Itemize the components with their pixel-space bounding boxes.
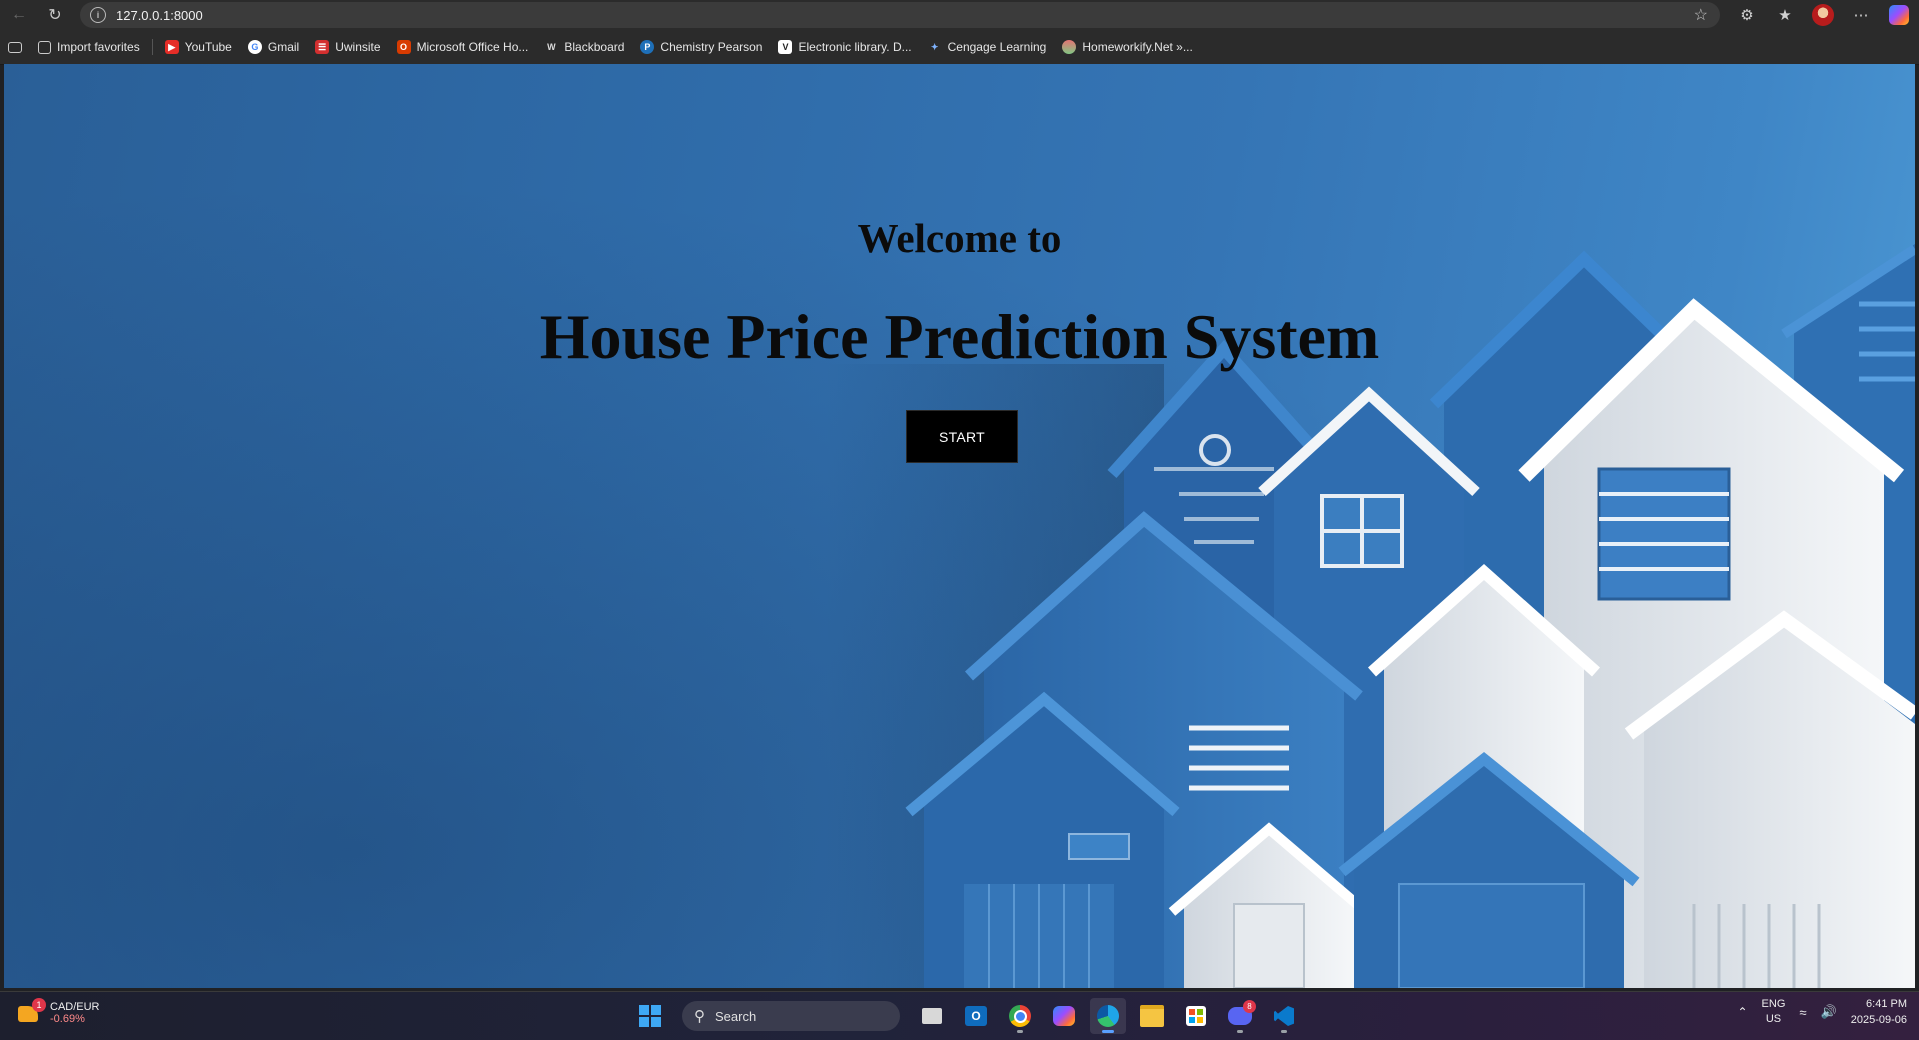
widget-title: CAD/EUR: [50, 1001, 100, 1013]
show-hidden-icons-chevron-icon[interactable]: ⌃: [1737, 1005, 1747, 1019]
bookmark-label: Cengage Learning: [947, 40, 1047, 54]
bookmark-divider: [151, 39, 153, 55]
windows-taskbar: 1 CAD/EUR -0.69% ⚲ Search O 8 ⌃ ENG US ≈…: [0, 991, 1919, 1040]
search-label: Search: [715, 1008, 757, 1024]
extensions-icon[interactable]: ⚙: [1735, 3, 1759, 27]
task-view-icon[interactable]: [914, 998, 950, 1034]
bookmark-label: Uwinsite: [335, 40, 381, 54]
start-button[interactable]: START: [906, 410, 1018, 463]
bookmark-chemistry-pearson[interactable]: P Chemistry Pearson: [632, 35, 770, 59]
volume-icon[interactable]: 🔊: [1821, 1004, 1837, 1020]
copilot-icon[interactable]: [1887, 3, 1911, 27]
chrome-icon[interactable]: [1002, 998, 1038, 1034]
pearson-icon: P: [640, 40, 655, 54]
gmail-icon: G: [247, 40, 262, 54]
start-menu-icon[interactable]: [632, 998, 668, 1034]
favorites-icon[interactable]: ★: [1773, 3, 1797, 27]
bookmark-label: Gmail: [267, 40, 300, 54]
browser-toolbar: ← ↻ i 127.0.0.1:8000 ☆ ⚙ ★ ⋯: [0, 0, 1919, 30]
more-options-icon[interactable]: ⋯: [1849, 3, 1873, 27]
url-text[interactable]: 127.0.0.1:8000: [116, 8, 203, 23]
weather-widget-icon: 1: [16, 998, 46, 1026]
back-arrow-icon[interactable]: ←: [6, 2, 32, 28]
file-explorer-icon[interactable]: [1134, 998, 1170, 1034]
bookmark-label: Import favorites: [57, 40, 140, 54]
bookmark-label: Electronic library. D...: [798, 40, 912, 54]
bookmark-cengage[interactable]: ✦ Cengage Learning: [920, 35, 1055, 59]
clock-date: 2025-09-06: [1850, 1014, 1907, 1026]
widget-badge: 1: [32, 998, 46, 1012]
homeworkify-icon: [1062, 40, 1077, 54]
cengage-icon: ✦: [930, 41, 939, 52]
houses-illustration: [824, 244, 1915, 988]
clock-time: 6:41 PM: [1866, 998, 1907, 1010]
page-viewport: Welcome to House Price Prediction System…: [4, 64, 1915, 988]
bookmark-label: Microsoft Office Ho...: [416, 40, 529, 54]
uwinsite-icon: ☰: [315, 40, 330, 54]
bookmark-electronic-library[interactable]: V Electronic library. D...: [770, 35, 919, 59]
bookmark-label: Chemistry Pearson: [660, 40, 763, 54]
electronic-library-icon: V: [778, 40, 793, 54]
discord-badge: 8: [1243, 1000, 1256, 1013]
refresh-icon[interactable]: ↻: [42, 2, 68, 28]
clock[interactable]: 6:41 PM 2025-09-06: [1851, 996, 1907, 1028]
site-info-icon[interactable]: i: [90, 7, 106, 23]
blackboard-icon: W: [547, 42, 556, 52]
system-tray: ⌃ ENG US ≈ 🔊 6:41 PM 2025-09-06: [1737, 996, 1907, 1028]
bookmark-uwinsite[interactable]: ☰ Uwinsite: [307, 35, 388, 59]
profile-avatar[interactable]: [1811, 3, 1835, 27]
currency-widget[interactable]: 1 CAD/EUR -0.69%: [16, 998, 100, 1026]
widget-value: -0.69%: [50, 1013, 85, 1025]
tab-actions-icon[interactable]: [0, 35, 30, 59]
youtube-icon: ▶: [164, 40, 179, 54]
language-code: ENG: [1761, 998, 1786, 1010]
search-icon: ⚲: [694, 1008, 705, 1025]
edge-icon[interactable]: [1090, 998, 1126, 1034]
wifi-icon[interactable]: ≈: [1799, 1005, 1806, 1020]
language-indicator[interactable]: ENG US: [1762, 997, 1786, 1027]
bookmark-office[interactable]: O Microsoft Office Ho...: [389, 35, 537, 59]
outlook-icon[interactable]: O: [958, 998, 994, 1034]
bookmark-import-favorites[interactable]: Import favorites: [30, 35, 148, 59]
bookmark-homeworkify[interactable]: Homeworkify.Net »...: [1054, 35, 1200, 59]
bookmark-label: Blackboard: [564, 40, 625, 54]
vscode-icon[interactable]: [1266, 998, 1302, 1034]
taskbar-search[interactable]: ⚲ Search: [682, 1001, 900, 1031]
bookmark-label: Homeworkify.Net »...: [1082, 40, 1193, 54]
bookmarks-bar: Import favorites ▶ YouTube G Gmail ☰ Uwi…: [0, 30, 1919, 65]
microsoft-store-icon[interactable]: [1178, 998, 1214, 1034]
import-favorites-icon: [38, 40, 51, 54]
bookmark-blackboard[interactable]: W Blackboard: [536, 35, 632, 59]
discord-icon[interactable]: 8: [1222, 998, 1258, 1034]
bookmark-label: YouTube: [184, 40, 232, 54]
bookmark-gmail[interactable]: G Gmail: [240, 35, 307, 59]
copilot-app-icon[interactable]: [1046, 998, 1082, 1034]
favorite-star-icon[interactable]: ☆: [1694, 5, 1708, 25]
region-code: US: [1765, 1013, 1782, 1025]
bookmark-youtube[interactable]: ▶ YouTube: [157, 35, 240, 59]
page-title: House Price Prediction System: [539, 301, 1380, 372]
office-icon: O: [396, 40, 411, 54]
address-bar[interactable]: i 127.0.0.1:8000 ☆: [80, 2, 1720, 28]
welcome-heading: Welcome to: [857, 215, 1062, 261]
